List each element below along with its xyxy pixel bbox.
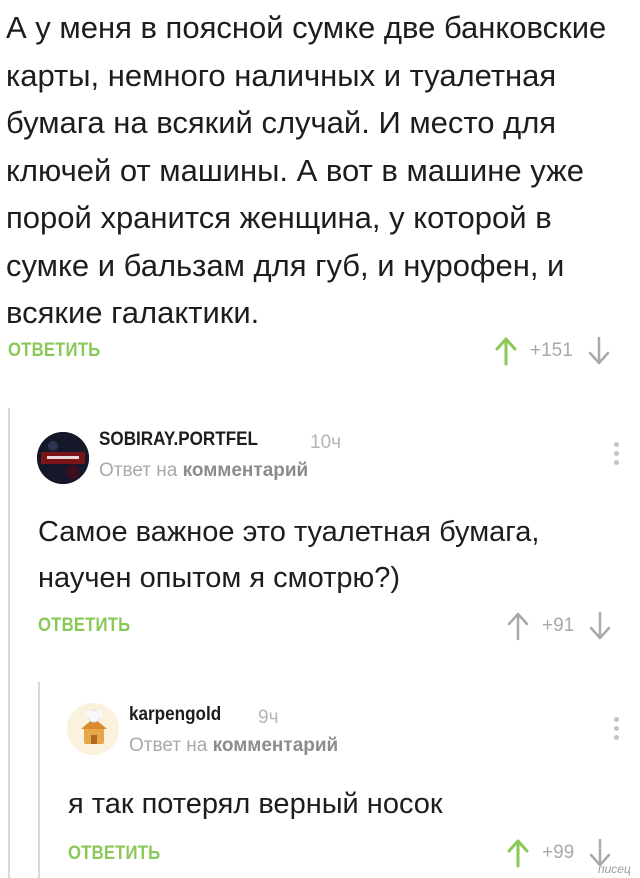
- score: +99: [542, 842, 575, 863]
- reply-to-line: Ответ на комментарий: [129, 735, 338, 757]
- author-name[interactable]: SOBIRAY.PORTFEL: [99, 429, 258, 451]
- vote-controls: +99: [506, 838, 612, 868]
- score: +91: [542, 615, 575, 636]
- reply-button[interactable]: ОТВЕТИТЬ: [68, 843, 160, 865]
- more-options-icon[interactable]: [611, 442, 621, 469]
- vote-controls: +151: [494, 336, 611, 366]
- watermark: писец: [598, 862, 631, 876]
- reply-to-link[interactable]: комментарий: [213, 735, 339, 756]
- downvote-arrow-icon[interactable]: [588, 611, 612, 641]
- reply-to-link[interactable]: комментарий: [183, 460, 309, 481]
- thread-line: [38, 682, 40, 878]
- avatar[interactable]: [67, 703, 119, 755]
- thread-line: [8, 408, 10, 878]
- comment-text: я так потерял верный носок: [68, 788, 443, 820]
- reply-to-line: Ответ на комментарий: [99, 460, 308, 482]
- reply-to-prefix: Ответ на: [129, 735, 208, 756]
- timestamp: 9ч: [258, 707, 279, 728]
- vote-controls: +91: [506, 611, 612, 641]
- reply-button[interactable]: ОТВЕТИТЬ: [38, 615, 130, 637]
- comment-text: Самое важное это туалетная бумага, науче…: [38, 516, 540, 594]
- upvote-arrow-icon[interactable]: [506, 838, 530, 868]
- score: +151: [530, 340, 573, 361]
- downvote-arrow-icon[interactable]: [587, 336, 611, 366]
- reply-button[interactable]: ОТВЕТИТЬ: [8, 340, 100, 362]
- upvote-arrow-icon[interactable]: [506, 611, 530, 641]
- timestamp: 10ч: [310, 432, 342, 453]
- avatar[interactable]: [37, 432, 89, 484]
- author-name[interactable]: karpengold: [129, 704, 221, 726]
- comment-text: А у меня в поясной сумке две банковские …: [6, 10, 607, 330]
- more-options-icon[interactable]: [611, 717, 621, 744]
- reply-to-prefix: Ответ на: [99, 460, 178, 481]
- upvote-arrow-icon[interactable]: [494, 336, 518, 366]
